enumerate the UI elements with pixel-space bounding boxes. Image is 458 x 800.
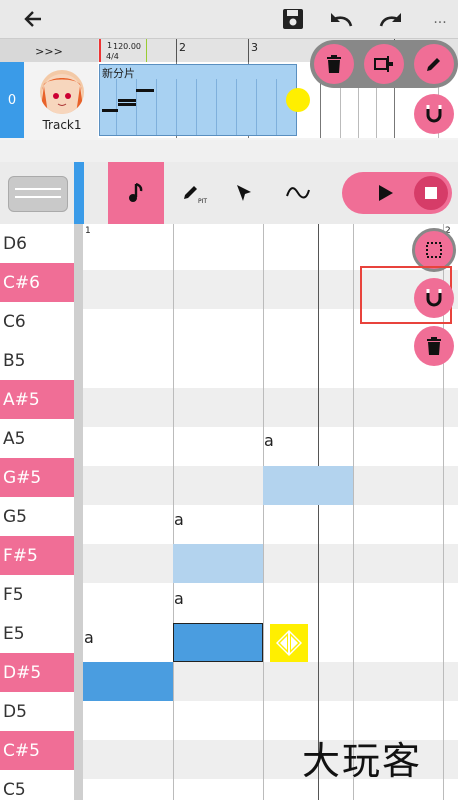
note-lyric: a xyxy=(174,510,184,529)
piano-key-fsharp5[interactable]: F#5 xyxy=(0,536,74,575)
more-icon[interactable]: ... xyxy=(428,4,452,34)
piano-key-g5[interactable]: G5 xyxy=(0,497,74,536)
track-name: Track1 xyxy=(42,118,82,132)
bar-label-2: 2 xyxy=(179,41,186,54)
roll-scrollbar[interactable] xyxy=(74,224,83,800)
scroll-indicator xyxy=(74,162,84,224)
note-block[interactable] xyxy=(263,466,353,505)
piano-key-c5[interactable]: C5 xyxy=(0,770,74,800)
loop-marker xyxy=(146,39,147,63)
split-clip-button[interactable] xyxy=(364,44,404,84)
track-number[interactable]: 0 xyxy=(0,62,24,138)
clip-name: 新分片 xyxy=(102,67,135,80)
track-row: 0 Track1 新分片 xyxy=(0,40,458,140)
snap-magnet-button[interactable] xyxy=(414,278,454,318)
bar-label-3: 3 xyxy=(251,41,258,54)
track-snap-magnet-button[interactable] xyxy=(414,94,454,134)
piano-key-dsharp5[interactable]: D#5 xyxy=(0,653,74,692)
piano-key-gsharp5[interactable]: G#5 xyxy=(0,458,74,497)
note-lyric: a xyxy=(264,431,274,450)
pitch-pencil-tool[interactable]: PIT xyxy=(164,162,220,224)
play-button[interactable] xyxy=(372,179,400,207)
save-icon[interactable] xyxy=(280,4,306,34)
note-block[interactable] xyxy=(83,662,173,701)
piano-key-d5[interactable]: D5 xyxy=(0,692,74,731)
piano-key-d6[interactable]: D6 xyxy=(0,224,74,263)
delete-note-button[interactable] xyxy=(414,326,454,366)
roll-bar-label-1: 1 xyxy=(85,226,91,236)
note-lyric: a xyxy=(174,589,184,608)
clip-block[interactable]: 新分片 xyxy=(99,64,297,136)
delete-clip-button[interactable] xyxy=(314,44,354,84)
piano-key-c6[interactable]: C6 xyxy=(0,302,74,341)
curve-tool[interactable] xyxy=(270,162,326,224)
note-tool[interactable] xyxy=(108,162,164,224)
piano-key-f5[interactable]: F5 xyxy=(0,575,74,614)
time-signature-label: 4/4 xyxy=(106,52,119,61)
note-lyric: a xyxy=(84,628,94,647)
piano-key-csharp5[interactable]: C#5 xyxy=(0,731,74,770)
expand-tracks-button[interactable]: >>> xyxy=(0,39,98,63)
divider xyxy=(0,140,458,162)
piano-key-b5[interactable]: B5 xyxy=(0,341,74,380)
piano-key-e5[interactable]: E5 xyxy=(0,614,74,653)
editor-toolbar: PIT xyxy=(0,162,458,224)
undo-icon[interactable] xyxy=(328,4,356,34)
clip-resize-handle[interactable] xyxy=(286,88,310,112)
piano-key-csharp6[interactable]: C#6 xyxy=(0,263,74,302)
piano-key-asharp5[interactable]: A#5 xyxy=(0,380,74,419)
select-tool[interactable] xyxy=(216,162,272,224)
back-arrow-icon[interactable] xyxy=(20,4,46,34)
tempo-label: 120.00 xyxy=(113,42,141,51)
piano-key-a5[interactable]: A5 xyxy=(0,419,74,458)
avatar[interactable] xyxy=(40,70,84,114)
note-block[interactable] xyxy=(173,544,263,583)
piano-toggle-button[interactable] xyxy=(8,176,68,212)
playhead xyxy=(99,39,101,63)
note-resize-handle[interactable] xyxy=(270,624,308,662)
bar-label-1: 1 xyxy=(107,41,113,50)
stop-button[interactable] xyxy=(414,176,448,210)
piano-roll: D6 C#6 C6 B5 A#5 A5 G#5 G5 F#5 F5 E5 D#5… xyxy=(0,224,458,800)
note-block-selected[interactable] xyxy=(173,623,263,662)
redo-icon[interactable] xyxy=(376,4,404,34)
edit-clip-button[interactable] xyxy=(414,44,454,84)
pit-label: PIT xyxy=(198,198,208,205)
top-toolbar: ... xyxy=(0,0,458,38)
watermark: 大玩客 xyxy=(302,739,423,783)
